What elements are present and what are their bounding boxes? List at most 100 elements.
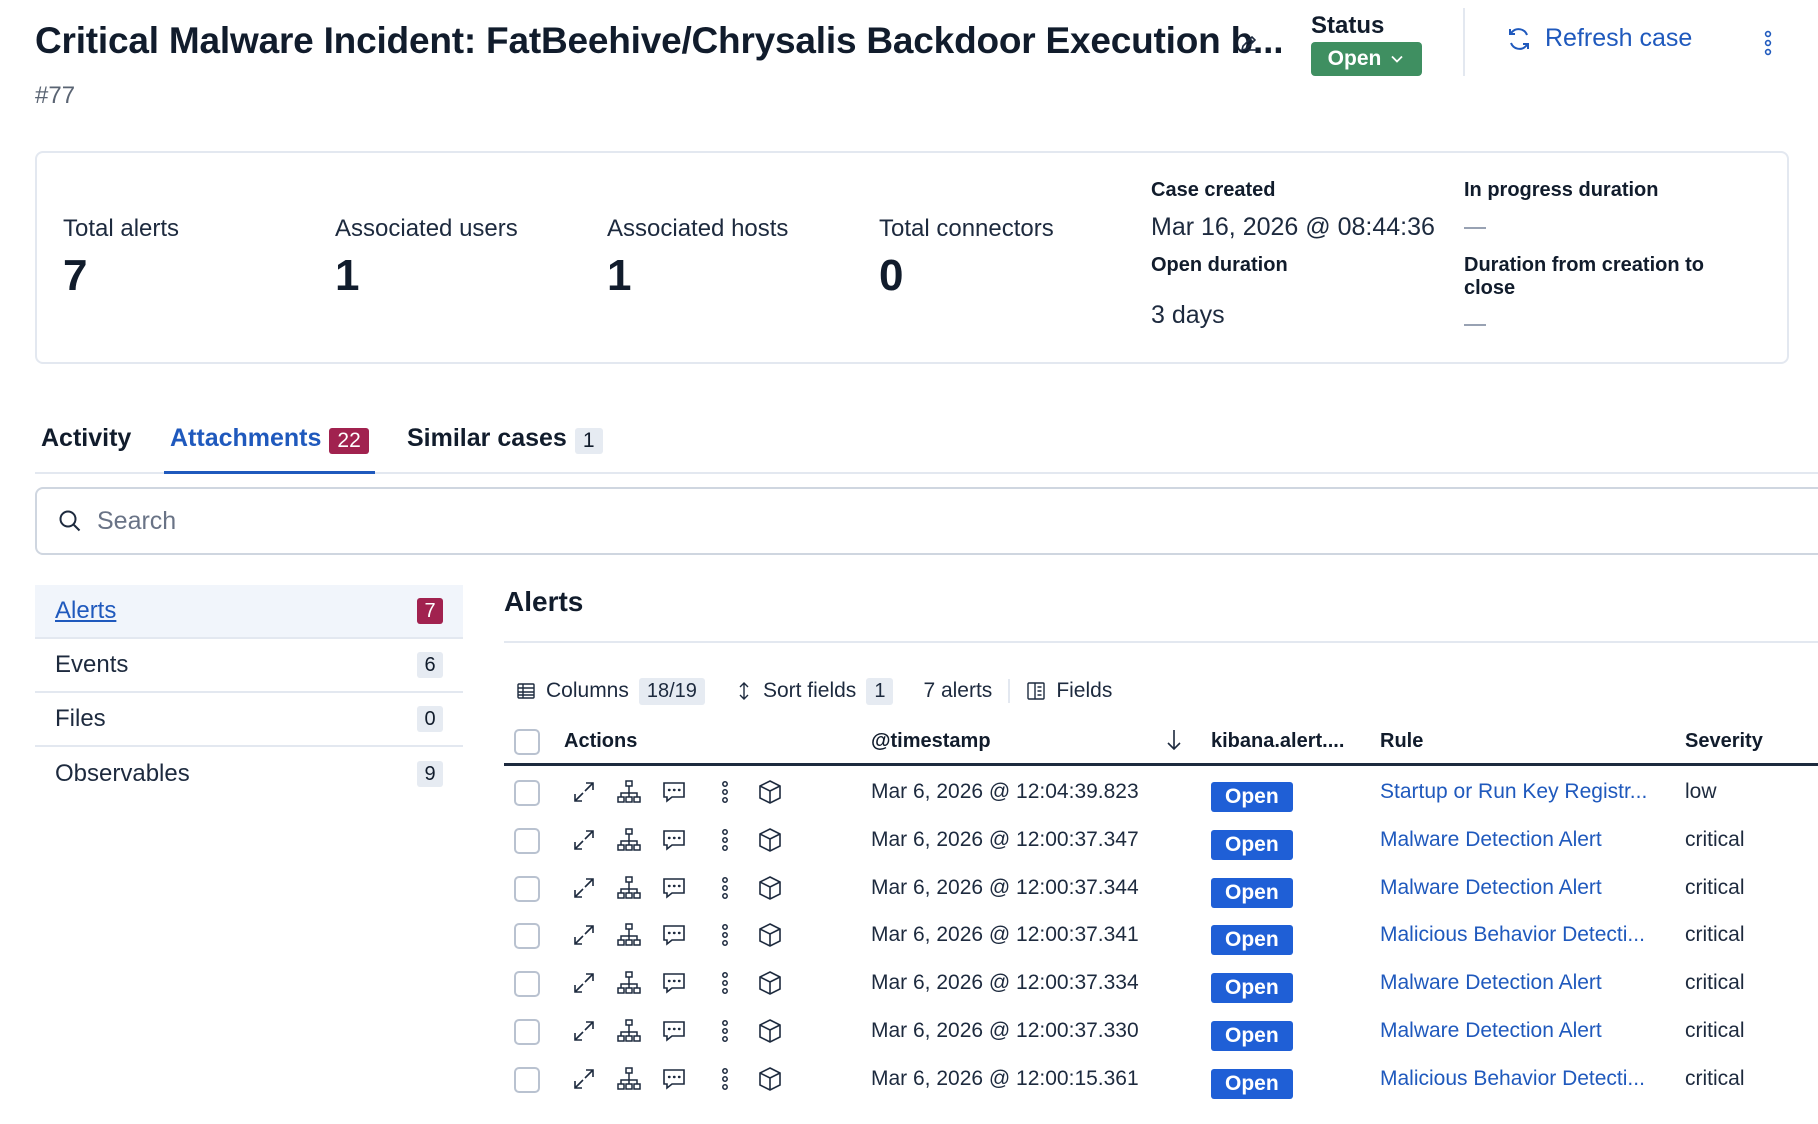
table-row[interactable]: Mar 6, 2026 @ 12:00:37.341 Open Malicious … bbox=[504, 913, 1818, 961]
row-checkbox[interactable] bbox=[514, 1066, 540, 1093]
expand-icon[interactable] bbox=[570, 921, 598, 949]
more-actions-icon[interactable] bbox=[711, 1017, 739, 1045]
session-view-icon[interactable] bbox=[756, 969, 784, 997]
column-header-timestamp[interactable]: @timestamp bbox=[871, 730, 991, 753]
select-all-checkbox[interactable] bbox=[514, 729, 540, 761]
more-actions-button[interactable] bbox=[1756, 28, 1780, 58]
column-header-severity[interactable]: Severity bbox=[1685, 730, 1763, 753]
tab-activity[interactable]: Activity bbox=[41, 420, 131, 474]
status-dropdown[interactable]: Open bbox=[1311, 42, 1422, 76]
row-checkbox[interactable] bbox=[514, 827, 540, 854]
more-actions-icon[interactable] bbox=[711, 826, 739, 854]
cell-alert-status: Open bbox=[1211, 782, 1293, 812]
sort-fields-label: Sort fields bbox=[762, 679, 857, 702]
nav-item-observables[interactable]: Observables 9 bbox=[35, 747, 463, 801]
rule-link[interactable]: Startup or Run Key Registr... bbox=[1380, 780, 1647, 804]
table-row[interactable]: Mar 6, 2026 @ 12:00:15.361 Open Malicious … bbox=[504, 1057, 1818, 1105]
cell-timestamp: Mar 6, 2026 @ 12:00:37.330 bbox=[871, 1019, 1139, 1042]
tab-attachments[interactable]: Attachments 22 bbox=[164, 420, 375, 474]
cell-timestamp: Mar 6, 2026 @ 12:00:37.341 bbox=[871, 923, 1139, 947]
session-view-icon[interactable] bbox=[756, 1017, 784, 1045]
session-view-icon[interactable] bbox=[756, 921, 784, 949]
analyzer-graph-icon[interactable] bbox=[615, 874, 643, 902]
columns-label: Columns bbox=[546, 679, 629, 702]
tab-similar-cases[interactable]: Similar cases 1 bbox=[407, 420, 603, 474]
search-icon bbox=[59, 510, 81, 532]
session-view-icon[interactable] bbox=[756, 874, 784, 902]
stat-label: Associated hosts bbox=[607, 215, 789, 242]
expand-icon[interactable] bbox=[570, 874, 598, 902]
session-view-icon[interactable] bbox=[756, 1065, 784, 1093]
alert-status-badge: Open bbox=[1211, 1068, 1293, 1099]
table-row[interactable]: Mar 6, 2026 @ 12:00:37.347 Open Malware De… bbox=[504, 818, 1818, 866]
columns-button[interactable]: Columns 18/19 bbox=[516, 677, 705, 705]
comment-icon[interactable] bbox=[660, 1017, 688, 1045]
row-checkbox[interactable] bbox=[514, 780, 540, 806]
comment-icon[interactable] bbox=[660, 1065, 688, 1093]
table-row[interactable]: Mar 6, 2026 @ 12:00:37.334 Open Malware De… bbox=[504, 961, 1818, 1009]
expand-icon[interactable] bbox=[570, 826, 598, 854]
expand-icon[interactable] bbox=[570, 1065, 598, 1093]
alerts-divider bbox=[504, 641, 1818, 643]
expand-icon[interactable] bbox=[570, 778, 598, 806]
table-row[interactable]: Mar 6, 2026 @ 12:00:37.344 Open Malware De… bbox=[504, 866, 1818, 914]
rule-link[interactable]: Malware Detection Alert bbox=[1380, 876, 1602, 900]
duration-creation-close-label: Duration from creation to close bbox=[1464, 254, 1704, 300]
nav-item-events[interactable]: Events 6 bbox=[35, 639, 463, 693]
row-checkbox[interactable] bbox=[514, 971, 540, 998]
more-actions-icon[interactable] bbox=[711, 778, 739, 806]
analyzer-graph-icon[interactable] bbox=[615, 826, 643, 854]
more-actions-icon[interactable] bbox=[711, 921, 739, 949]
sort-icon bbox=[739, 682, 749, 700]
comment-icon[interactable] bbox=[660, 874, 688, 902]
more-actions-icon[interactable] bbox=[711, 874, 739, 902]
stat-label: Associated users bbox=[335, 215, 518, 242]
comment-icon[interactable] bbox=[660, 778, 688, 806]
column-header-actions: Actions bbox=[564, 730, 638, 752]
cell-timestamp: Mar 6, 2026 @ 12:00:37.334 bbox=[871, 971, 1139, 995]
expand-icon[interactable] bbox=[570, 969, 598, 997]
comment-icon[interactable] bbox=[660, 921, 688, 949]
sort-descending-icon[interactable] bbox=[1166, 728, 1182, 758]
attachments-nav: Alerts 7 Events 6 Files 0 Observables 9 bbox=[35, 585, 463, 801]
column-header-rule[interactable]: Rule bbox=[1380, 730, 1423, 753]
column-header-alert-status[interactable]: kibana.alert.... bbox=[1211, 730, 1344, 753]
fields-button[interactable]: Fields bbox=[1026, 679, 1112, 703]
duration-close-label-line2: close bbox=[1464, 277, 1516, 299]
stat-total-alerts: Total alerts 7 bbox=[63, 215, 179, 301]
analyzer-graph-icon[interactable] bbox=[615, 1065, 643, 1093]
checkbox[interactable] bbox=[514, 729, 540, 755]
rule-link[interactable]: Malicious Behavior Detecti... bbox=[1380, 1067, 1645, 1091]
session-view-icon[interactable] bbox=[756, 778, 784, 806]
table-row[interactable]: Mar 6, 2026 @ 12:04:39.823 Open Startup or… bbox=[504, 770, 1818, 818]
expand-icon[interactable] bbox=[570, 1017, 598, 1045]
comment-icon[interactable] bbox=[660, 826, 688, 854]
row-checkbox[interactable] bbox=[514, 923, 540, 950]
cell-alert-status: Open bbox=[1211, 925, 1293, 956]
row-checkbox[interactable] bbox=[514, 875, 540, 902]
rule-link[interactable]: Malware Detection Alert bbox=[1380, 971, 1602, 995]
rule-link[interactable]: Malware Detection Alert bbox=[1380, 828, 1602, 852]
cell-timestamp: Mar 6, 2026 @ 12:04:39.823 bbox=[871, 780, 1139, 803]
table-row[interactable]: Mar 6, 2026 @ 12:00:37.330 Open Malware De… bbox=[504, 1009, 1818, 1057]
nav-item-alerts[interactable]: Alerts 7 bbox=[35, 585, 463, 639]
sort-fields-button[interactable]: Sort fields 1 bbox=[735, 677, 894, 705]
rule-link[interactable]: Malicious Behavior Detecti... bbox=[1380, 923, 1645, 947]
alerts-count: 7 alerts bbox=[923, 679, 993, 702]
analyzer-graph-icon[interactable] bbox=[615, 921, 643, 949]
search-input[interactable] bbox=[97, 506, 897, 536]
session-view-icon[interactable] bbox=[756, 826, 784, 854]
rule-link[interactable]: Malware Detection Alert bbox=[1380, 1019, 1602, 1043]
analyzer-graph-icon[interactable] bbox=[615, 969, 643, 997]
case-title: Critical Malware Incident: FatBeehive/Ch… bbox=[35, 20, 1284, 61]
more-actions-icon[interactable] bbox=[711, 969, 739, 997]
nav-item-files[interactable]: Files 0 bbox=[35, 693, 463, 747]
refresh-case-button[interactable]: Refresh case bbox=[1505, 24, 1692, 53]
stat-total-connectors: Total connectors 0 bbox=[879, 215, 1054, 301]
more-actions-icon[interactable] bbox=[711, 1065, 739, 1093]
comment-icon[interactable] bbox=[660, 969, 688, 997]
analyzer-graph-icon[interactable] bbox=[615, 1017, 643, 1045]
edit-title-button[interactable] bbox=[1236, 30, 1262, 56]
analyzer-graph-icon[interactable] bbox=[615, 778, 643, 806]
row-checkbox[interactable] bbox=[514, 1019, 540, 1045]
